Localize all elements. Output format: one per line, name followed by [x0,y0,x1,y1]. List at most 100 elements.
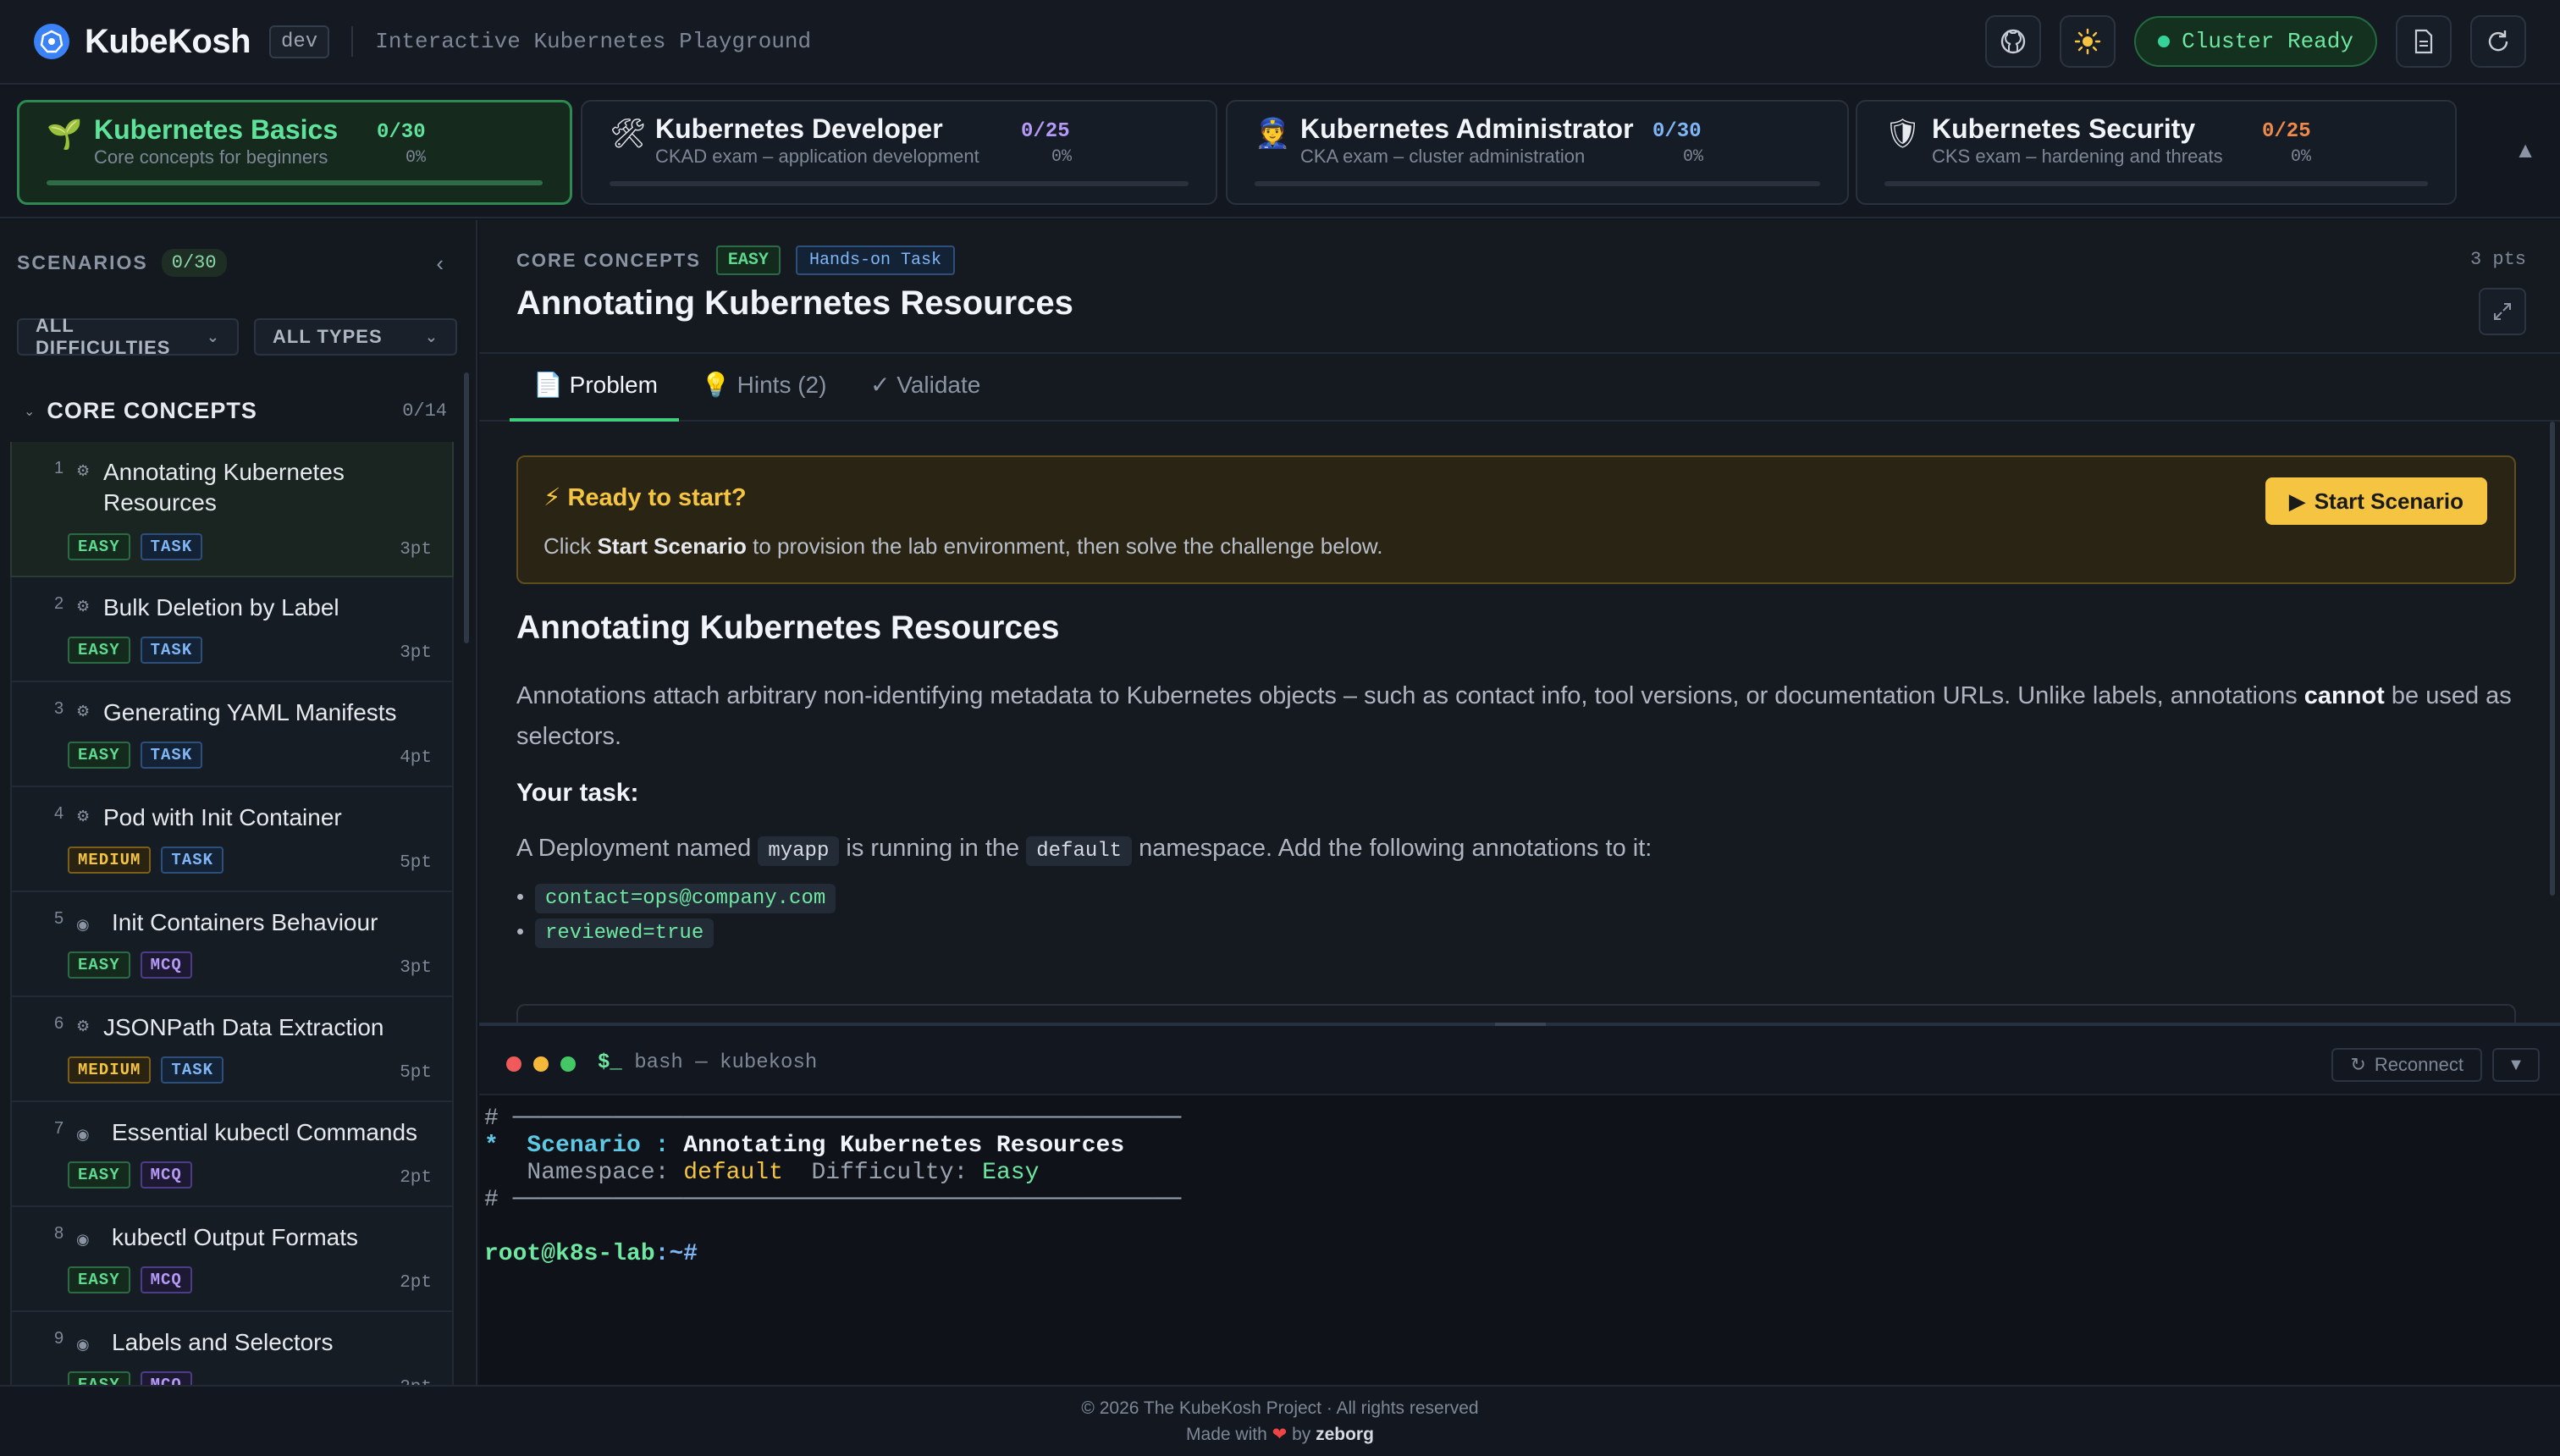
footer-made-with: Made with [1186,1425,1267,1444]
sun-icon [2074,28,2101,55]
scenario-number: 4 [54,804,64,823]
track-card-administrator[interactable]: 👮 Kubernetes Administrator CKA exam – cl… [1226,100,1849,205]
scenario-item[interactable]: 4 ⚙ Pod with Init Container MEDIUM TASK … [10,787,454,892]
scenario-title: Essential kubectl Commands [112,1119,418,1145]
theme-toggle-button[interactable] [2060,15,2116,68]
scenario-points: 5pt [400,853,432,873]
tab-problem[interactable]: 📄 Problem [533,371,658,399]
scenario-number: 8 [54,1224,64,1243]
track-progress-percent: 0% [2291,147,2312,167]
sidebar-scrollbar[interactable] [464,372,469,643]
refresh-button[interactable] [2470,15,2526,68]
scenario-title: JSONPath Data Extraction [103,1014,384,1040]
track-card-developer[interactable]: 🛠 Kubernetes Developer CKAD exam – appli… [581,100,1217,205]
scenario-number: 9 [54,1329,64,1348]
page-footer: © 2026 The KubeKosh Project · All rights… [0,1385,2560,1456]
difficulty-filter-select[interactable]: ALL DIFFICULTIES ⌄ [17,315,239,358]
refresh-icon: ↻ [2350,1054,2366,1075]
footer-author-link[interactable]: zeborg [1316,1425,1374,1444]
start-button-label: Start Scenario [2314,488,2463,514]
env-badge: dev [269,25,330,58]
intro-text: Annotations attach arbitrary non-identif… [516,682,2298,709]
ready-text-strong: Start Scenario [597,533,747,559]
terminal-diff-value: Easy [982,1160,1040,1186]
scenario-tags: MEDIUM TASK [68,847,224,874]
task-status-icon: ⚙ [76,1018,91,1034]
scenario-item[interactable]: 3 ⚙ Generating YAML Manifests EASY TASK … [10,682,454,787]
collapse-tracks-caret-icon[interactable]: ▲ [2514,137,2536,163]
scenario-item[interactable]: 2 ⚙ Bulk Deletion by Label EASY TASK 3pt [10,577,454,682]
cluster-status-label: Cluster Ready [2182,29,2353,54]
tab-validate[interactable]: ✓ Validate [870,371,980,399]
track-progress-percent: 0% [1051,147,1073,167]
track-progress-bar [610,181,1189,186]
scenario-number: 1 [54,459,64,477]
scenario-item[interactable]: 5 ◉ Init Containers Behaviour EASY MCQ 3… [10,892,454,997]
refresh-icon [2488,30,2508,52]
tools-icon: 🛠 [610,118,647,150]
triangle-down-icon: ▼ [2508,1055,2524,1074]
task-status-icon: ⚙ [76,808,91,825]
scenario-tags: EASY TASK [68,533,203,560]
terminal-panel[interactable]: $_ bash — kubekosh ↻ Reconnect ▼ # ─────… [479,1023,2560,1385]
category-group-header[interactable]: ⌄ CORE CONCEPTS 0/14 [24,398,447,424]
track-progress-bar [1884,181,2428,186]
tab-label: Validate [897,372,981,398]
scenario-points: 2pt [400,1378,432,1385]
scenario-number: 2 [54,594,64,613]
task-status-icon: ⚙ [76,703,91,720]
docs-button[interactable] [2396,15,2452,68]
difficulty-tag: EASY [68,1371,130,1385]
sidebar-filters: ALL DIFFICULTIES ⌄ ALL TYPES ⌄ [17,315,457,358]
track-card-basics[interactable]: 🌱 Kubernetes Basics Core concepts for be… [17,100,572,205]
ready-text-rest: to provision the lab environment, then s… [753,533,1383,559]
scenario-tags: EASY MCQ [68,1266,192,1293]
collapse-sidebar-chevron-icon[interactable]: ‹ [436,251,444,277]
track-progress-bar [1255,181,1820,186]
scenario-sidebar: SCENARIOS 0/30 ‹ ALL DIFFICULTIES ⌄ ALL … [0,220,477,1385]
task-text: is running in the [846,835,1020,862]
quiz-status-icon: ◉ [76,916,90,933]
lightbulb-icon: 💡 [701,372,731,398]
scenario-points: 3 pts [2469,249,2526,270]
brand-name[interactable]: KubeKosh [85,23,251,61]
github-button[interactable] [1985,15,2042,68]
track-title: Kubernetes Developer [655,113,943,144]
scenario-item[interactable]: 7 ◉ Essential kubectl Commands EASY MCQ … [10,1102,454,1207]
tab-hints[interactable]: 💡 Hints (2) [701,371,826,399]
task-text: A Deployment named [516,835,752,862]
scenario-item[interactable]: 9 ◉ Labels and Selectors EASY MCQ 2pt [10,1312,454,1385]
chevron-down-icon: ⌄ [424,328,439,345]
reconnect-button[interactable]: ↻ Reconnect [2331,1048,2482,1082]
scenario-item[interactable]: 8 ◉ kubectl Output Formats EASY MCQ 2pt [10,1207,454,1312]
minimize-dot-icon [533,1056,549,1072]
content-scrollbar[interactable] [2550,422,2555,896]
cluster-status-badge[interactable]: Cluster Ready [2134,16,2377,67]
terminal-output[interactable]: # ──────────────────────────────────────… [484,1106,1181,1268]
maximize-dot-icon [560,1056,576,1072]
track-card-security[interactable]: 🛡 Kubernetes Security CKS exam – hardeni… [1856,100,2457,205]
type-filter-select[interactable]: ALL TYPES ⌄ [254,318,457,356]
track-progress-percent: 0% [1683,147,1704,167]
footer-by: by [1292,1425,1311,1444]
sidebar-title: SCENARIOS [17,251,148,273]
scenario-points: 2pt [400,1168,432,1188]
scenario-title: Pod with Init Container [103,804,342,830]
collapse-terminal-button[interactable]: ▼ [2492,1048,2540,1082]
task-status-icon: ⚙ [76,598,91,615]
scenario-item[interactable]: 6 ⚙ JSONPath Data Extraction MEDIUM TASK… [10,997,454,1102]
annotation-list: contact=ops@company.com reviewed=true [516,884,2548,948]
scenario-tags: EASY TASK [68,742,203,769]
ready-title: ⚡ Ready to start? [543,483,747,512]
type-tag: MCQ [140,1266,192,1293]
chevron-down-icon: ⌄ [24,404,36,419]
start-scenario-button[interactable]: ▶ Start Scenario [2265,477,2487,525]
track-progress-count: 0/25 [1021,120,1070,143]
expand-panel-button[interactable] [2479,288,2526,335]
admin-icon: 👮 [1255,118,1291,150]
type-filter-value: ALL TYPES [273,326,383,347]
scenario-title: Annotating Kubernetes Resources [103,459,345,516]
scenario-item[interactable]: 1 ⚙ Annotating Kubernetes Resources EASY… [10,442,454,577]
heart-icon: ❤ [1272,1425,1288,1444]
terminal-ns-label: Namespace: [527,1160,670,1186]
